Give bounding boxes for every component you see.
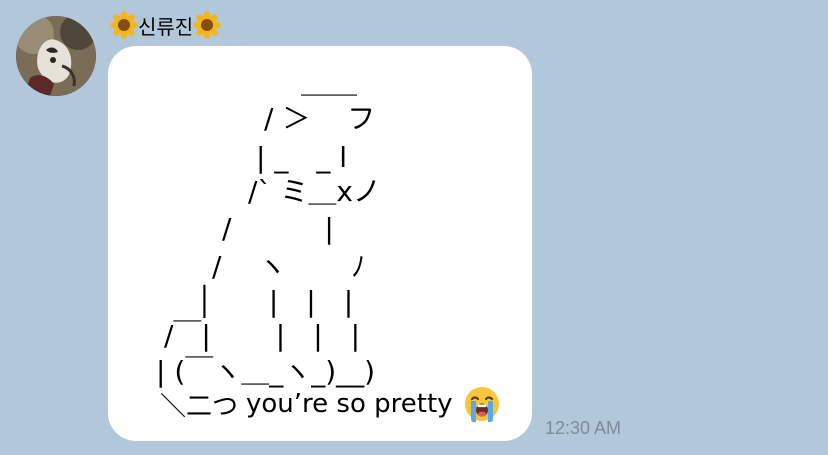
- caption-text: you’re so pretty: [246, 389, 453, 419]
- art-line: / ヽ ﾉ: [212, 250, 365, 283]
- ascii-cat-art: ＿＿ / ＞ フ | _ _ l /` ミ＿xノ / | / ヽ ﾉ │ | |…: [156, 66, 381, 388]
- art-line: ＿＿: [301, 66, 357, 99]
- art-line: /￣| | | |: [164, 319, 360, 352]
- art-line: / |: [222, 212, 334, 245]
- message-caption: ＼二つ you’re so pretty: [160, 384, 501, 424]
- art-line: / ＞ フ: [264, 102, 375, 135]
- sender-avatar[interactable]: [16, 16, 96, 96]
- sender-name: 신류진: [138, 14, 194, 39]
- sunflower-icon: [193, 11, 222, 39]
- art-line: /` ミ＿xノ: [248, 175, 381, 208]
- loudly-crying-face-icon: [464, 387, 499, 422]
- art-last-line: ＼二つ: [160, 391, 239, 422]
- art-line: | _ _ l: [256, 141, 347, 174]
- art-line: │ | | |: [196, 284, 353, 318]
- avatar-photo-icon: [16, 16, 96, 96]
- sender-name-row[interactable]: 신류진: [110, 9, 222, 41]
- sunflower-icon: [110, 11, 138, 39]
- message-bubble[interactable]: ＿＿ / ＞ フ | _ _ l /` ミ＿xノ / | / ヽ ﾉ │ | |…: [108, 46, 532, 441]
- message-timestamp: 12:30 AM: [545, 418, 622, 438]
